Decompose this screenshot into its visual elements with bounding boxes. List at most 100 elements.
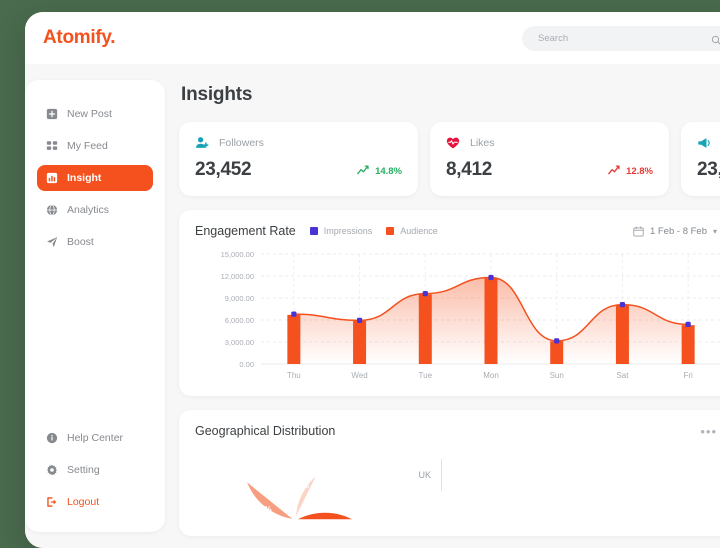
user-plus-icon — [195, 136, 209, 150]
date-range-picker[interactable]: 1 Feb - 8 Feb ▾ — [633, 226, 719, 237]
stat-header: Likes — [446, 136, 653, 150]
x-axis-tick-label: Sat — [616, 371, 629, 380]
chart-bar — [681, 325, 695, 364]
chart-point — [422, 291, 428, 297]
info-icon — [46, 432, 58, 444]
sidebar-item-my-feed[interactable]: My Feed — [37, 133, 153, 159]
x-axis-tick-label: Mon — [483, 371, 499, 380]
grid-icon — [46, 140, 58, 152]
chart-bar — [550, 341, 564, 364]
sidebar-label: Logout — [67, 496, 100, 508]
calendar-icon — [633, 225, 644, 237]
globe-icon — [46, 204, 58, 216]
date-range-label: 1 Feb - 8 Feb — [649, 225, 707, 237]
stat-label: Followers — [219, 137, 264, 149]
heart-pulse-icon — [446, 136, 460, 150]
search-icon[interactable] — [711, 33, 720, 45]
status-badge: 12.8% — [608, 165, 653, 181]
chart-legend: Impressions Audience — [309, 226, 438, 236]
sidebar-item-setting[interactable]: Setting — [37, 457, 153, 483]
chevron-down-icon: ▾ — [712, 226, 717, 236]
chart-point — [619, 302, 626, 308]
x-axis-tick-label: Fri — [683, 371, 693, 380]
pie-slice-label: 13% — [254, 504, 271, 514]
legend-label: Audience — [400, 226, 438, 236]
stat-card-followers[interactable]: Followers 23,452 14.8% — [179, 122, 418, 196]
search-box[interactable] — [522, 26, 720, 51]
gear-icon — [46, 464, 58, 476]
stat-value: 23,452 — [195, 159, 252, 180]
stats-row: Followers 23,452 14.8% Likes 8,412 12.8%… — [179, 122, 720, 196]
sidebar-item-help-center[interactable]: Help Center — [37, 425, 153, 451]
engagement-rate-panel: Engagement Rate Impressions Audience 1 F… — [179, 210, 720, 396]
legend-item-impressions[interactable]: Impressions — [309, 226, 373, 236]
search-input[interactable] — [538, 33, 711, 44]
chart-point — [356, 317, 363, 323]
sidebar-item-insight[interactable]: Insight — [37, 165, 153, 191]
plus-square-icon — [46, 108, 58, 120]
svg-text:0.00: 0.00 — [239, 360, 254, 369]
status-badge: 14.8% — [357, 165, 402, 181]
chart-bar — [615, 305, 629, 364]
stat-card-reach[interactable]: Reach 23,4 — [681, 122, 720, 196]
geo-bar-track — [441, 459, 709, 491]
megaphone-icon — [697, 136, 711, 150]
sidebar-main-group: New Post My Feed Insight Analytics Boost — [25, 98, 165, 258]
x-axis-tick-label: Wed — [351, 371, 367, 380]
svg-text:12,000.00: 12,000.00 — [221, 272, 254, 281]
sidebar-label: Analytics — [67, 204, 110, 216]
sidebar-bottom-group: Help Center Setting Logout — [25, 422, 165, 518]
legend-swatch — [386, 227, 395, 235]
engagement-chart[interactable]: 0.00 3,000.00 6,000.00 9,000.00 12,000.00 15,… — [195, 246, 720, 386]
svg-text:9,000.00: 9,000.00 — [225, 294, 254, 303]
page-title: Insights — [181, 84, 253, 105]
paper-plane-icon — [46, 236, 58, 248]
stat-header: Reach — [697, 136, 720, 150]
chart-point — [554, 338, 560, 344]
top-bar: Atomify. — [25, 12, 720, 64]
sidebar: New Post My Feed Insight Analytics Boost… — [25, 80, 165, 532]
sidebar-label: Boost — [67, 236, 94, 248]
stat-body: 23,4 — [697, 159, 720, 181]
sidebar-item-analytics[interactable]: Analytics — [37, 197, 153, 223]
chart-point — [291, 311, 297, 317]
geo-pie-chart[interactable]: 13% 7% — [195, 446, 395, 526]
pie-slice-label: 7% — [297, 480, 310, 490]
geo-body: 13% 7% UK — [195, 446, 719, 526]
main-content: Insights Followers 23,452 14.8% Likes 8,… — [165, 64, 720, 548]
legend-label: Impressions — [323, 226, 373, 236]
trend-up-icon — [357, 165, 370, 178]
body-area: New Post My Feed Insight Analytics Boost… — [25, 64, 720, 548]
stat-label: Likes — [470, 137, 495, 149]
panel-title: Engagement Rate — [195, 224, 296, 238]
panel-header: Engagement Rate Impressions Audience 1 F… — [195, 224, 719, 238]
legend-item-audience[interactable]: Audience — [386, 226, 438, 236]
geo-bar-row[interactable]: UK — [409, 459, 709, 491]
brand-logo[interactable]: Atomify. — [43, 27, 116, 49]
sidebar-item-logout[interactable]: Logout — [37, 489, 153, 515]
chart-bar — [418, 294, 432, 364]
geo-bar-label: UK — [418, 470, 431, 480]
chart-bar — [484, 278, 498, 364]
x-axis-tick-label: Thu — [287, 371, 301, 380]
sidebar-item-new-post[interactable]: New Post — [37, 101, 153, 127]
trend-down-icon — [608, 165, 621, 178]
panel-title: Geographical Distribution — [195, 424, 336, 438]
brand-dot: . — [110, 27, 116, 48]
sidebar-label: Setting — [67, 464, 100, 476]
stat-card-likes[interactable]: Likes 8,412 12.8% — [430, 122, 669, 196]
geo-axis-tick — [441, 459, 442, 491]
stat-header: Followers — [195, 136, 402, 150]
trend-value: 14.8% — [375, 166, 402, 177]
x-axis-tick-label: Sun — [550, 371, 564, 380]
more-horizontal-icon[interactable]: ••• — [700, 425, 719, 438]
stat-value: 23,4 — [697, 159, 720, 180]
logout-icon — [46, 496, 58, 508]
chart-bar — [287, 314, 301, 364]
sidebar-label: My Feed — [67, 140, 108, 152]
chart-point — [488, 274, 494, 281]
legend-swatch — [309, 227, 318, 235]
stat-value: 8,412 — [446, 159, 493, 180]
sidebar-item-boost[interactable]: Boost — [37, 229, 153, 255]
sidebar-label: Help Center — [67, 432, 124, 444]
